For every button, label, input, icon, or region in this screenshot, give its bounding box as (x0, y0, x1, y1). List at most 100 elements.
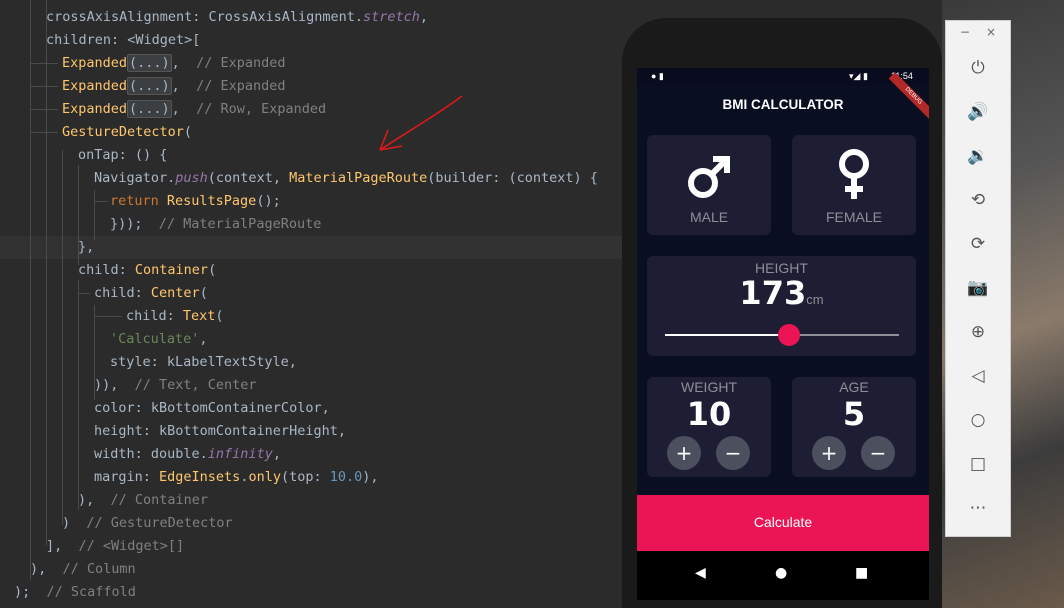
female-label: FEMALE (825, 209, 882, 225)
code-line: ), // Container (78, 489, 208, 512)
code-line: margin: EdgeInsets.only(top: 10.0), (94, 466, 379, 489)
code-token: , (171, 78, 197, 94)
camera-icon[interactable]: 📷 (946, 273, 1010, 303)
code-editor[interactable]: crossAxisAlignment: CrossAxisAlignment. s… (0, 0, 622, 608)
code-token: (...) (127, 54, 172, 72)
annotation-arrow (379, 95, 463, 151)
code-line: }, (78, 236, 94, 259)
code-line: Expanded (...), // Expanded (62, 52, 285, 75)
code-token: // Text, Center (134, 377, 257, 393)
code-line: Navigator.push(context, MaterialPageRout… (94, 167, 598, 190)
rotate-left-icon[interactable]: ⟲ (946, 185, 1010, 215)
nav-recents-icon[interactable]: ■ (855, 565, 868, 581)
android-emulator-phone: ● ▮ ▾◢ ▮ 11:54 BMI CALCULATOR DEBUG MALE (622, 18, 942, 608)
code-token: child: (126, 308, 183, 324)
indent-guide (78, 280, 79, 510)
height-card: HEIGHT 173cm (647, 256, 916, 356)
code-line: child: Text( (126, 305, 224, 328)
code-line: return ResultsPage(); (110, 190, 281, 213)
female-card[interactable]: FEMALE (792, 135, 916, 235)
height-slider[interactable] (665, 324, 899, 346)
code-token: child: (78, 262, 135, 278)
home-icon[interactable]: ○ (946, 405, 1010, 435)
indent-guide (62, 150, 63, 525)
code-token: // Expanded (196, 55, 286, 71)
weight-plus-button[interactable]: + (667, 436, 701, 470)
code-line: onTap: () { (78, 144, 167, 167)
code-token: (context, (207, 170, 290, 186)
back-icon[interactable]: ◁ (946, 361, 1010, 391)
code-token: 10.0 (329, 469, 363, 485)
age-minus-button[interactable]: − (861, 436, 895, 470)
zoom-icon[interactable]: ⊕ (946, 317, 1010, 347)
close-button[interactable]: × (986, 25, 996, 39)
code-token: onTap: () { (78, 147, 168, 163)
code-token: // MaterialPageRoute (158, 216, 322, 232)
indent-guide (30, 63, 58, 64)
code-token: (); (256, 193, 281, 209)
code-token: return (110, 193, 167, 209)
age-value: 5 (842, 395, 866, 433)
status-right-icons: ▾◢ ▮ (849, 71, 868, 81)
weight-minus-button[interactable]: − (716, 436, 750, 470)
code-line: )), // Text, Center (94, 374, 257, 397)
code-token: 'Calculate' (110, 331, 200, 347)
code-token: , (419, 9, 429, 25)
indent-guide (30, 0, 31, 580)
slider-thumb[interactable] (778, 324, 801, 346)
code-token: ( (199, 285, 208, 301)
weight-card: WEIGHT 10 + − (647, 377, 771, 477)
indent-guide (46, 0, 47, 545)
code-token: height: kBottomContainerHeight, (94, 423, 346, 439)
volume-up-icon[interactable]: 🔊 (946, 97, 1010, 127)
code-line: ); // Scaffold (14, 581, 136, 604)
code-token: ], (46, 538, 79, 554)
code-token: crossAxisAlignment: CrossAxisAlignment. (46, 9, 363, 25)
code-token: only (248, 469, 281, 485)
code-token: style: kLabelTextStyle, (110, 354, 297, 370)
code-token: ( (208, 262, 217, 278)
code-token: push (175, 170, 208, 186)
indent-guide (94, 201, 108, 202)
android-nav-bar: ◀ ● ■ (637, 551, 929, 600)
app-bar: BMI CALCULATOR DEBUG (637, 72, 929, 124)
code-line: GestureDetector( (62, 121, 192, 144)
male-card[interactable]: MALE (647, 135, 771, 235)
nav-back-icon[interactable]: ◀ (695, 565, 706, 581)
code-token: color: kBottomContainerColor, (94, 400, 330, 416)
code-line: color: kBottomContainerColor, (94, 397, 330, 420)
overview-icon[interactable]: □ (946, 449, 1010, 479)
volume-down-icon[interactable]: 🔉 (946, 141, 1010, 171)
code-token: ), (362, 469, 379, 485)
code-token: child: (94, 285, 151, 301)
code-token: EdgeInsets (159, 469, 241, 485)
height-unit: cm (806, 292, 824, 307)
code-token: Navigator. (94, 170, 176, 186)
code-line: ) // GestureDetector (62, 512, 233, 535)
code-token: ), (78, 492, 111, 508)
code-token: , (171, 101, 197, 117)
code-token: Text (182, 308, 216, 324)
code-line: Expanded (...), // Row, Expanded (62, 98, 326, 121)
code-token: // Column (62, 561, 136, 577)
code-line: crossAxisAlignment: CrossAxisAlignment.s… (46, 6, 428, 29)
code-token: ResultsPage (166, 193, 257, 209)
code-token: // Scaffold (46, 584, 136, 600)
indent-guide (78, 293, 90, 294)
app-title: BMI CALCULATOR (722, 97, 844, 112)
calculate-button[interactable]: Calculate (637, 495, 929, 551)
code-token: // Expanded (196, 78, 286, 94)
age-plus-button[interactable]: + (812, 436, 846, 470)
more-icon[interactable]: ⋯ (946, 493, 1010, 523)
age-card: AGE 5 + − (792, 377, 916, 477)
rotate-right-icon[interactable]: ⟳ (946, 229, 1010, 259)
height-readout: 173cm (647, 274, 916, 312)
minimize-button[interactable]: − (960, 25, 970, 39)
code-token: Expanded (62, 55, 128, 71)
code-line: height: kBottomContainerHeight, (94, 420, 346, 443)
nav-home-icon[interactable]: ● (775, 565, 787, 581)
indent-guide (30, 109, 58, 110)
code-token: Expanded (62, 78, 128, 94)
indent-guide (94, 316, 122, 317)
power-icon[interactable]: ⏻ (946, 53, 1010, 83)
